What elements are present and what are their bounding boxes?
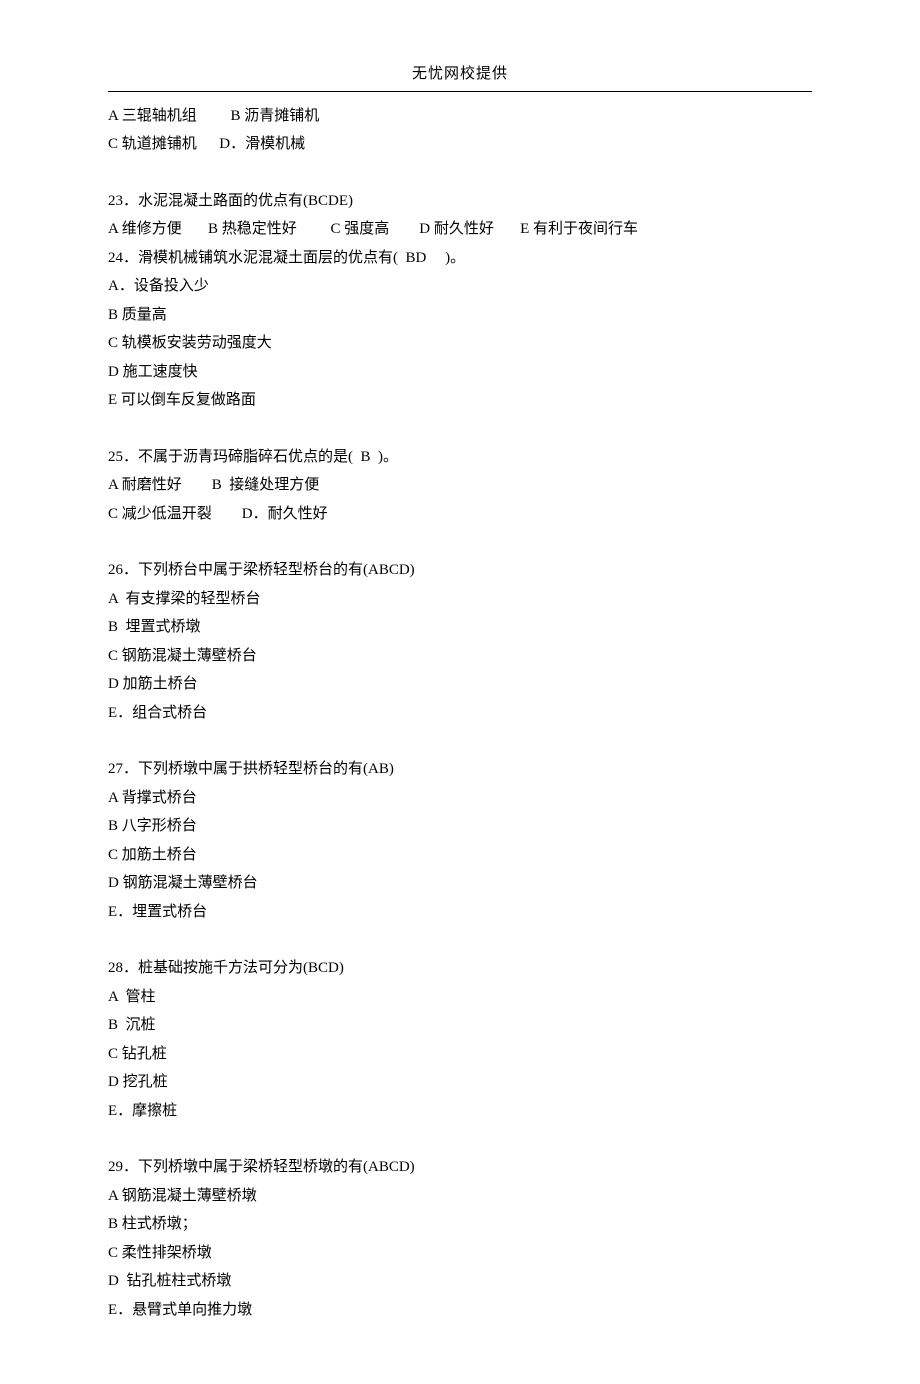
q24-opt-c: C 轨模板安装劳动强度大	[108, 329, 812, 358]
q28: 28．桩基础按施千方法可分为(BCD) A 管柱 B 沉桩 C 钻孔桩 D 挖孔…	[108, 954, 812, 1125]
q28-opt-e: E．摩擦桩	[108, 1097, 812, 1126]
q26: 26．下列桥台中属于梁桥轻型桥台的有(ABCD) A 有支撑梁的轻型桥台 B 埋…	[108, 556, 812, 727]
q27-opt-a: A 背撑式桥台	[108, 784, 812, 813]
q26-opt-c: C 钢筋混凝土薄壁桥台	[108, 642, 812, 671]
q29-stem: 29．下列桥墩中属于梁桥轻型桥墩的有(ABCD)	[108, 1153, 812, 1182]
q25: 25．不属于沥青玛碲脂碎石优点的是( B )。 A 耐磨性好 B 接缝处理方便 …	[108, 443, 812, 529]
q29-opt-d: D 钻孔桩柱式桥墩	[108, 1267, 812, 1296]
q23-stem: 23．水泥混凝土路面的优点有(BCDE)	[108, 187, 812, 216]
q25-opts-line-1: A 耐磨性好 B 接缝处理方便	[108, 471, 812, 500]
q22-opts-line-1: A 三辊轴机组 B 沥青摊铺机	[108, 102, 812, 131]
q29-opt-c: C 柔性排架桥墩	[108, 1239, 812, 1268]
q26-opt-b: B 埋置式桥墩	[108, 613, 812, 642]
q29-opt-e: E．悬臂式单向推力墩	[108, 1296, 812, 1325]
q27-opt-e: E．埋置式桥台	[108, 898, 812, 927]
q22-tail: A 三辊轴机组 B 沥青摊铺机 C 轨道摊铺机 D．滑模机械	[108, 102, 812, 159]
q26-opt-e: E．组合式桥台	[108, 699, 812, 728]
q24-opt-e: E 可以倒车反复做路面	[108, 386, 812, 415]
q29-opt-b: B 柱式桥墩；	[108, 1210, 812, 1239]
q24-opt-b: B 质量高	[108, 301, 812, 330]
q29-opt-a: A 钢筋混凝土薄壁桥墩	[108, 1182, 812, 1211]
q24: 24．滑模机械铺筑水泥混凝土面层的优点有( BD )。 A．设备投入少 B 质量…	[108, 244, 812, 415]
q25-opts-line-2: C 减少低温开裂 D．耐久性好	[108, 500, 812, 529]
header-rule	[108, 91, 812, 92]
q26-opt-a: A 有支撑梁的轻型桥台	[108, 585, 812, 614]
q27-opt-d: D 钢筋混凝土薄壁桥台	[108, 869, 812, 898]
q28-opt-c: C 钻孔桩	[108, 1040, 812, 1069]
q22-opts-line-2: C 轨道摊铺机 D．滑模机械	[108, 130, 812, 159]
page: 无忧网校提供 A 三辊轴机组 B 沥青摊铺机 C 轨道摊铺机 D．滑模机械 23…	[0, 0, 920, 1384]
q27-opt-c: C 加筋土桥台	[108, 841, 812, 870]
q28-opt-b: B 沉桩	[108, 1011, 812, 1040]
q24-stem: 24．滑模机械铺筑水泥混凝土面层的优点有( BD )。	[108, 244, 812, 273]
q25-stem: 25．不属于沥青玛碲脂碎石优点的是( B )。	[108, 443, 812, 472]
q23-opts: A 维修方便 B 热稳定性好 C 强度高 D 耐久性好 E 有利于夜间行车	[108, 215, 812, 244]
q27-opt-b: B 八字形桥台	[108, 812, 812, 841]
q23: 23．水泥混凝土路面的优点有(BCDE) A 维修方便 B 热稳定性好 C 强度…	[108, 187, 812, 244]
q28-opt-a: A 管柱	[108, 983, 812, 1012]
q24-opt-a: A．设备投入少	[108, 272, 812, 301]
q28-stem: 28．桩基础按施千方法可分为(BCD)	[108, 954, 812, 983]
q27-stem: 27．下列桥墩中属于拱桥轻型桥台的有(AB)	[108, 755, 812, 784]
q29: 29．下列桥墩中属于梁桥轻型桥墩的有(ABCD) A 钢筋混凝土薄壁桥墩 B 柱…	[108, 1153, 812, 1324]
q26-opt-d: D 加筋土桥台	[108, 670, 812, 699]
q26-stem: 26．下列桥台中属于梁桥轻型桥台的有(ABCD)	[108, 556, 812, 585]
q28-opt-d: D 挖孔桩	[108, 1068, 812, 1097]
q27: 27．下列桥墩中属于拱桥轻型桥台的有(AB) A 背撑式桥台 B 八字形桥台 C…	[108, 755, 812, 926]
header-provider: 无忧网校提供	[108, 60, 812, 89]
q24-opt-d: D 施工速度快	[108, 358, 812, 387]
